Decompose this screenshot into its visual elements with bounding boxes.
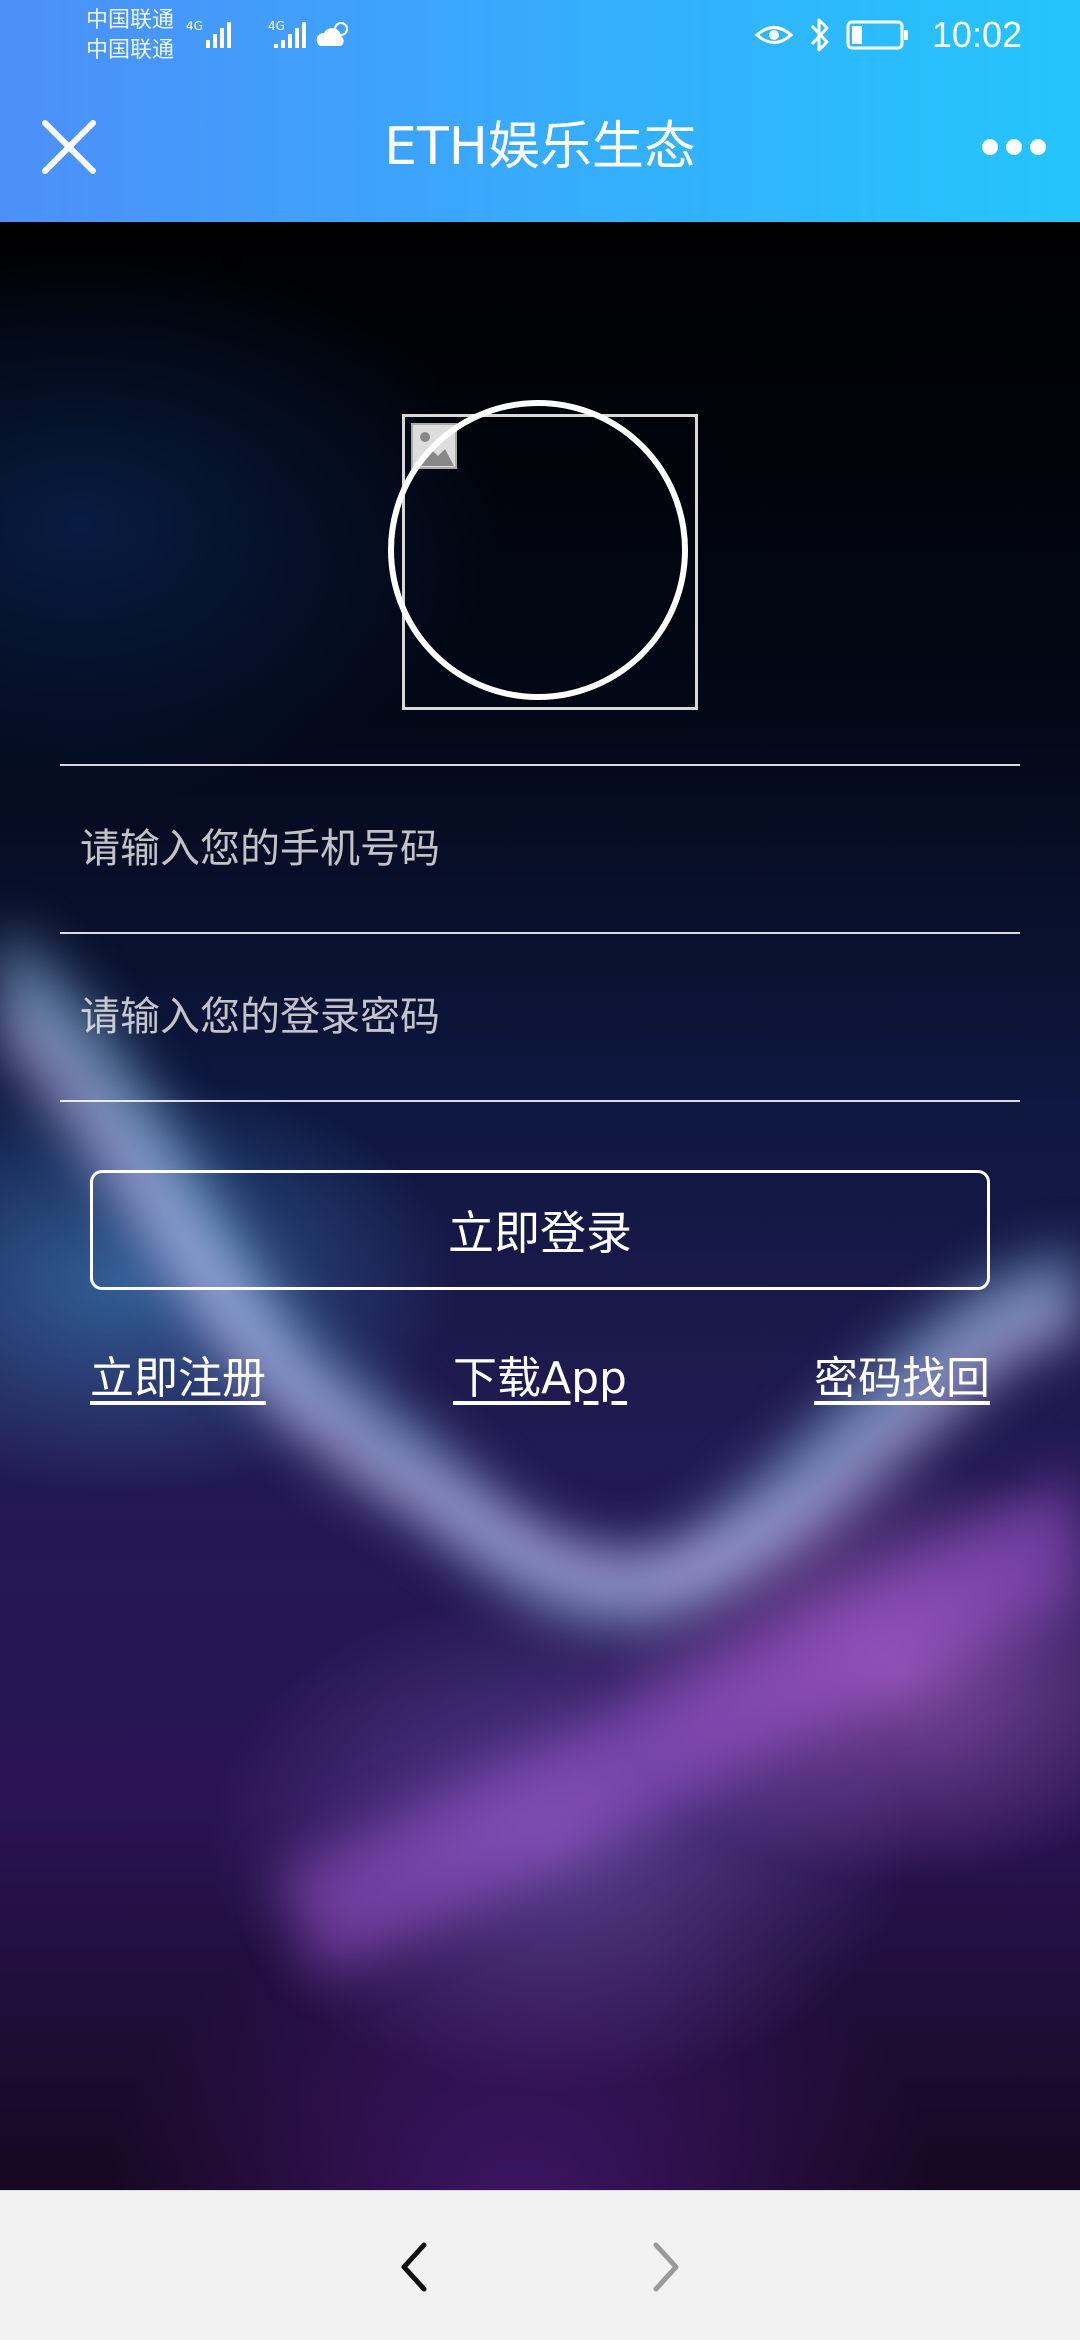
weather-cloud-icon [316,22,348,46]
phone-field[interactable] [60,766,1020,932]
login-button[interactable]: 立即登录 [90,1170,990,1290]
login-background: 立即登录 立即注册 下载App 密码找回 [0,222,1080,2190]
forward-button[interactable] [628,2229,704,2305]
status-right: 10:02 [754,14,1022,56]
eye-icon [754,26,794,44]
carrier-2: 中国联通 [86,38,175,63]
app-header: ETH娱乐生态 [0,72,1080,222]
status-time: 10:02 [931,14,1022,55]
page-title: ETH娱乐生态 [384,117,696,177]
recover-password-link[interactable]: 密码找回 [814,1344,990,1414]
more-button[interactable] [972,112,1056,182]
battery-icon [846,20,908,50]
secondary-links: 立即注册 下载App 密码找回 [90,1344,990,1414]
chevron-right-icon [653,2242,679,2292]
more-dots-icon [982,139,1046,155]
phone-input[interactable] [60,766,1020,932]
carrier-1: 中国联通 [86,8,175,33]
back-button[interactable] [376,2229,452,2305]
app-top-bar: 中国联通 中国联通 4G 4G 10:02 ETH娱乐生态 [0,0,1080,222]
chevron-left-icon [401,2242,427,2292]
status-bar: 中国联通 中国联通 4G 4G 10:02 [0,0,1080,72]
logo-circle [388,400,688,700]
password-field[interactable] [60,934,1020,1100]
browser-bottom-nav [0,2190,1080,2340]
divider [60,1100,1020,1102]
signal-icon: 4G [186,19,231,48]
network-type-1: 4G [186,19,203,33]
bluetooth-icon [810,18,829,52]
network-type-2: 4G [268,19,285,33]
carrier-names: 中国联通 中国联通 [86,6,174,66]
password-input[interactable] [60,934,1020,1100]
